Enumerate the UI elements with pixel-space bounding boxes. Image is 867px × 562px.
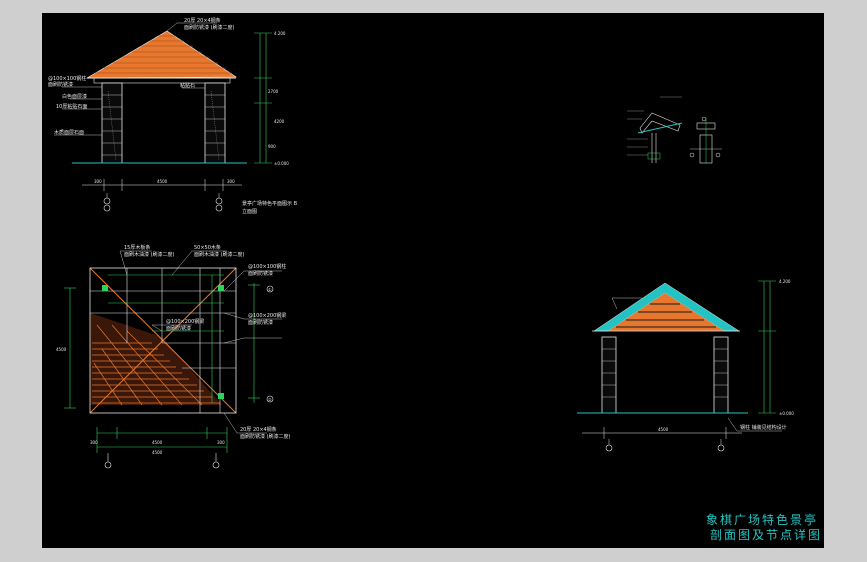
label-ridge-top: 20厚 20×4钢条 xyxy=(184,17,221,24)
caption-line1: 景亭广场特色平面图示 B xyxy=(242,200,298,207)
elevation-dim-left: 300 xyxy=(94,179,102,184)
plan-label-top-mid: 50×50木条 xyxy=(194,244,221,251)
drawing-title-line2: 剖面图及节点详图 xyxy=(710,528,823,542)
plan-label-top-left-finish: 面刷木油漆 (刷漆二度) xyxy=(124,251,175,258)
section-height-dimensions xyxy=(758,280,776,414)
label-column-paint: 白色面层漆 xyxy=(62,93,87,100)
elevation-level-top: 4.200 xyxy=(274,31,286,36)
section-level-bottom: ±0.000 xyxy=(779,411,794,416)
elevation-dim-span: 4500 xyxy=(157,179,168,184)
node-details xyxy=(627,96,722,164)
plan-dim-right: 300 xyxy=(217,440,225,445)
elevation-roof xyxy=(85,30,237,79)
elevation-h3: 900 xyxy=(268,144,276,149)
plan-label-right-c-finish: 面刷防锈漆 xyxy=(248,319,273,326)
plan-label-top-left: 15厚木板条 xyxy=(124,244,150,251)
plan-axis-b: ② xyxy=(268,397,272,402)
label-column-detail: 粘贴石 xyxy=(180,82,195,89)
elevation-h1: 4200 xyxy=(274,119,285,124)
drawing-title-block: 象棋广场特色景亭 剖面图及节点详图 xyxy=(706,513,822,543)
elevation-view: 300 4500 300 4.200 2700 4200 900 ±0.000 xyxy=(48,17,298,215)
section-view: 4500 4.200 ±0.000 钢柱 铺装见结构设计 xyxy=(577,279,794,452)
label-rafter: @100×100钢柱 xyxy=(48,75,86,82)
elevation-dim-right: 300 xyxy=(227,179,235,184)
section-column-right xyxy=(713,336,729,414)
caption-line2: 立面图 xyxy=(242,208,257,215)
label-column-brick: 10厚粘贴石面 xyxy=(56,103,87,110)
drawing-title-line1: 象棋广场特色景亭 xyxy=(706,513,819,527)
plan-dim-height: 4500 xyxy=(56,347,67,352)
plan-axis-a: ① xyxy=(268,287,272,292)
plan-dim-total: 4500 xyxy=(152,450,163,455)
label-base: 木质面层石面 xyxy=(54,129,84,136)
section-column-left xyxy=(601,336,617,414)
section-level-top: 4.200 xyxy=(779,279,791,284)
plan-label-top-mid-finish: 面刷木油漆 (刷漆二度) xyxy=(194,251,245,258)
plan-label-bottom-finish: 面刷防锈漆 (刷漆二度) xyxy=(240,433,291,440)
section-label-column-base: 钢柱 铺装见结构设计 xyxy=(740,424,787,431)
plan-dim-span: 4500 xyxy=(152,440,163,445)
plan-label-right-a: @100×100钢柱 xyxy=(248,263,286,270)
label-rafter-finish: 面刷防锈漆 xyxy=(48,81,73,88)
cad-drawing: 300 4500 300 4.200 2700 4200 900 ±0.000 xyxy=(48,17,794,469)
roof-plan-view: 4500 300 4500 300 4500 ① ② 15厚木板条 面刷木油漆 … xyxy=(56,244,291,469)
elevation-level-bottom: ±0.000 xyxy=(274,161,289,166)
section-axis-bubbles xyxy=(605,444,725,452)
section-dim-span: 4500 xyxy=(658,427,669,432)
plan-dim-left: 300 xyxy=(90,440,98,445)
plan-label-right-a-finish: 面刷防锈漆 xyxy=(248,270,273,277)
elevation-column-right xyxy=(204,82,226,164)
elevation-column-left xyxy=(101,82,123,164)
detail-1 xyxy=(627,96,683,163)
plan-label-right-b: @100×200钢梁 xyxy=(166,318,204,325)
plan-label-right-b-finish: 面刷防锈漆 xyxy=(166,325,191,332)
detail-2 xyxy=(689,116,722,164)
elevation-h2: 2700 xyxy=(268,89,279,94)
plan-label-right-c: @100×200钢梁 xyxy=(248,312,286,319)
elevation-axis-bubbles xyxy=(103,197,223,212)
drawing-sheet: 300 4500 300 4.200 2700 4200 900 ±0.000 xyxy=(42,13,824,548)
plan-label-bottom: 20厚 20×4钢条 xyxy=(240,426,277,433)
label-ridge-finish: 面刷防锈漆 (刷漆二度) xyxy=(184,24,235,31)
